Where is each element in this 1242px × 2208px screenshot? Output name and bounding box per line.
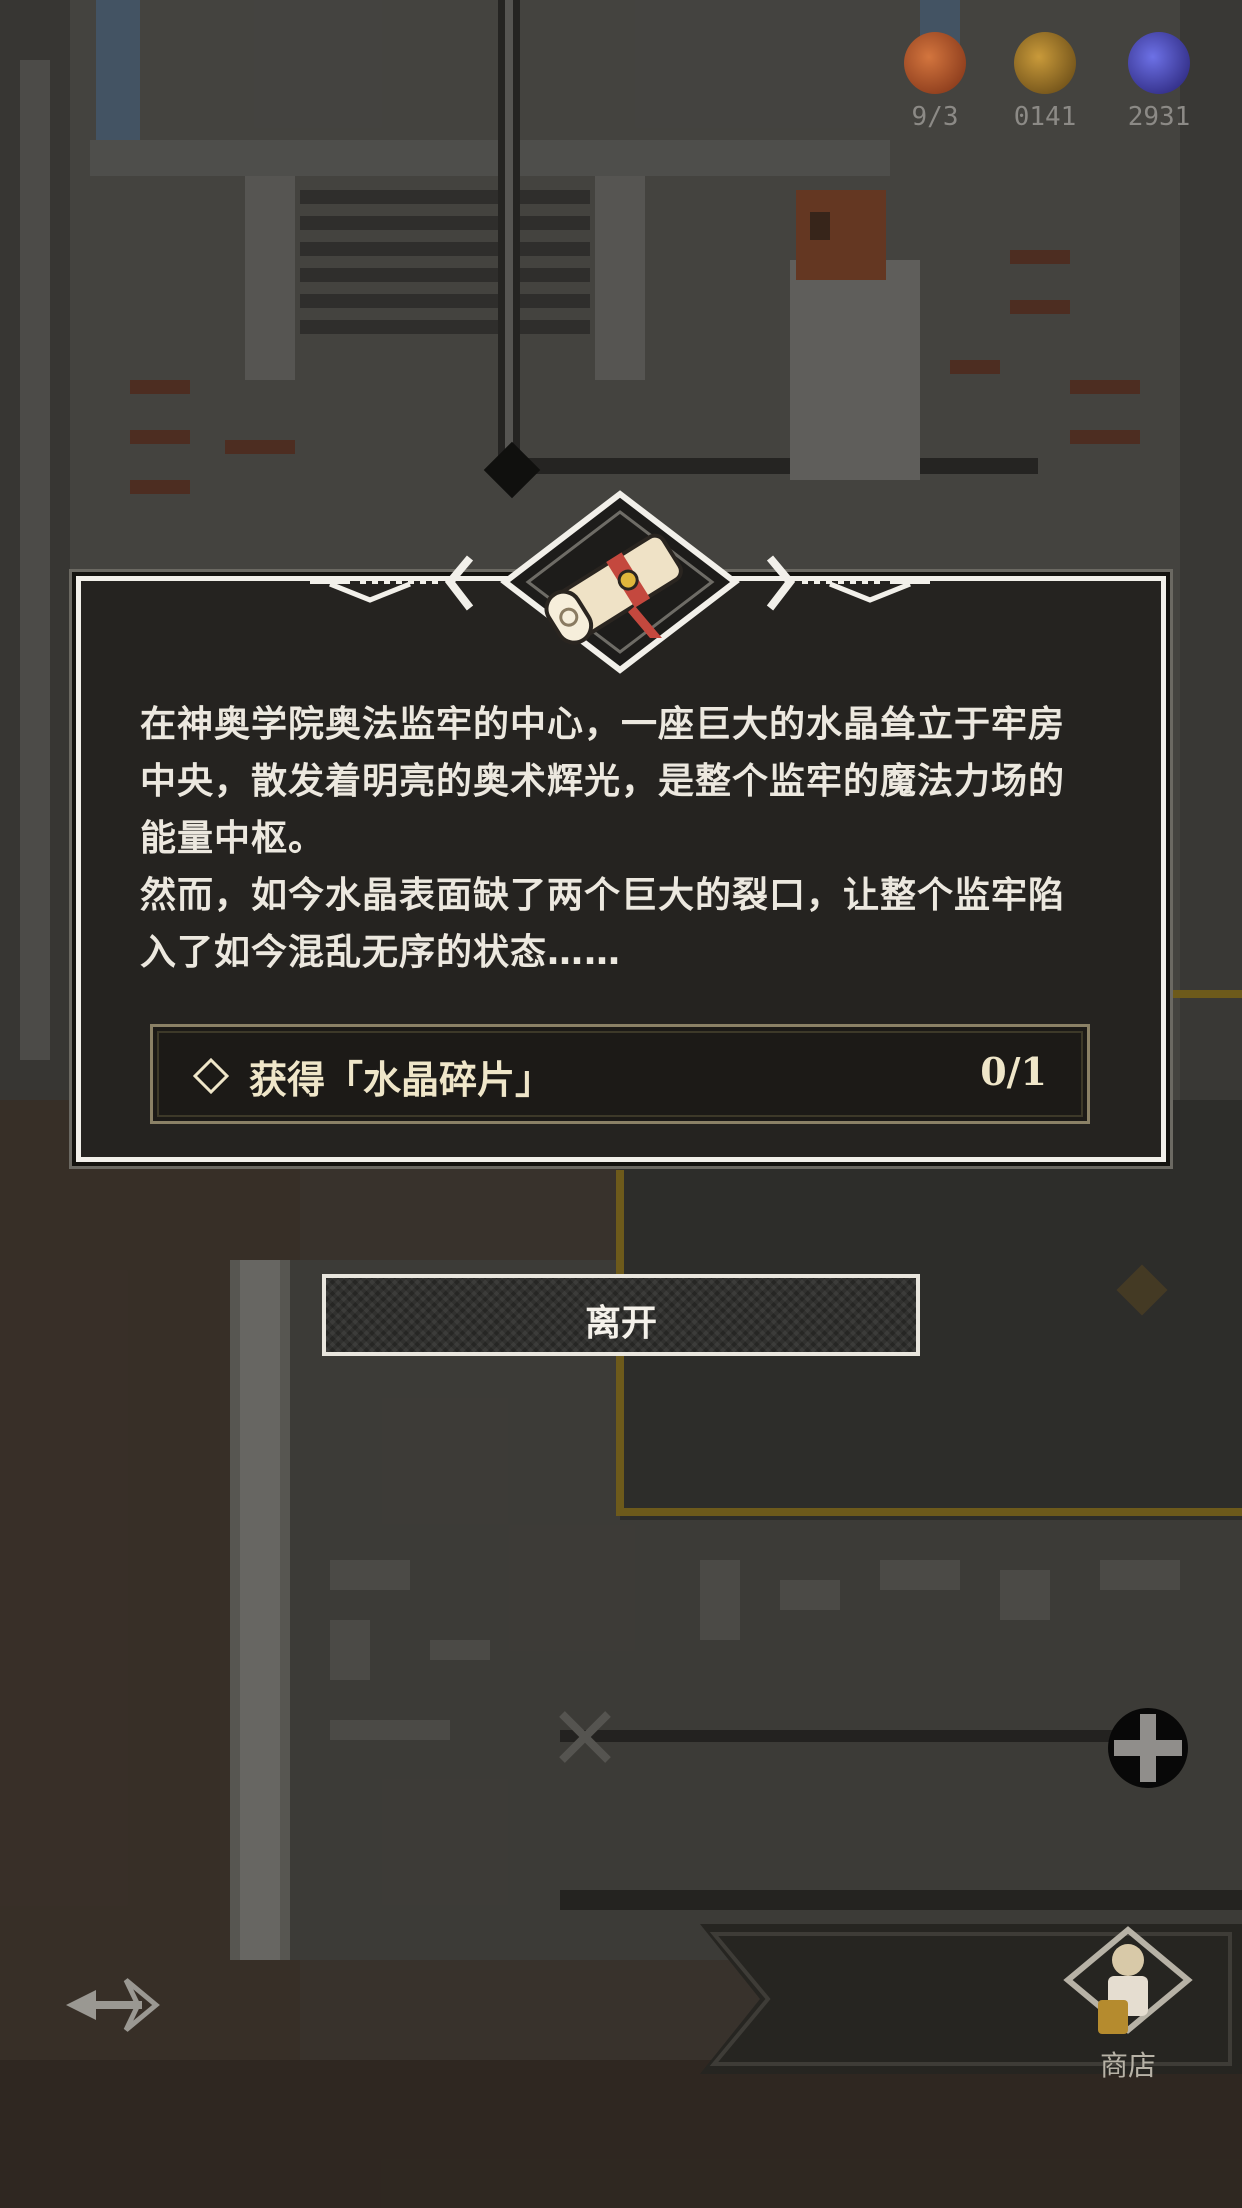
gold-coin-icon (1014, 32, 1076, 94)
resource-gold: 0141 (1010, 32, 1080, 142)
scroll-emblem (310, 490, 930, 674)
shop-button[interactable]: 商店 (1048, 1920, 1208, 2082)
objective-label: 获得「水晶碎片」 (249, 1058, 554, 1102)
objective-progress: 0/1 (980, 1049, 1047, 1094)
back-arrow-icon[interactable] (56, 1970, 166, 2040)
resource-count: 9/3 (911, 102, 959, 132)
resource-count: 0141 (1013, 102, 1077, 132)
leave-button[interactable]: 离开 (322, 1274, 920, 1356)
diamond-icon (193, 1058, 229, 1094)
fire-orb-icon (904, 32, 966, 94)
resource-fire: 9/3 (900, 32, 970, 142)
story-paragraph-1: 在神奥学院奥法监牢的中心，一座巨大的水晶耸立于牢房中央，散发着明亮的奥术辉光，是… (140, 704, 1066, 859)
crystal-icon (1128, 32, 1190, 94)
merchant-icon (1063, 1926, 1193, 2034)
quest-objective: 获得「水晶碎片」 0/1 (150, 1024, 1090, 1124)
resource-count: 2931 (1127, 102, 1191, 132)
shop-label: 商店 (1099, 2049, 1156, 2082)
resource-crystal: 2931 (1124, 32, 1194, 142)
story-paragraph-2: 然而，如今水晶表面缺了两个巨大的裂口，让整个监牢陷入了如今混乱无序的状态…… (140, 875, 1066, 973)
story-text: 在神奥学院奥法监牢的中心，一座巨大的水晶耸立于牢房中央，散发着明亮的奥术辉光，是… (140, 696, 1100, 981)
leave-button-label: 离开 (584, 1303, 657, 1344)
